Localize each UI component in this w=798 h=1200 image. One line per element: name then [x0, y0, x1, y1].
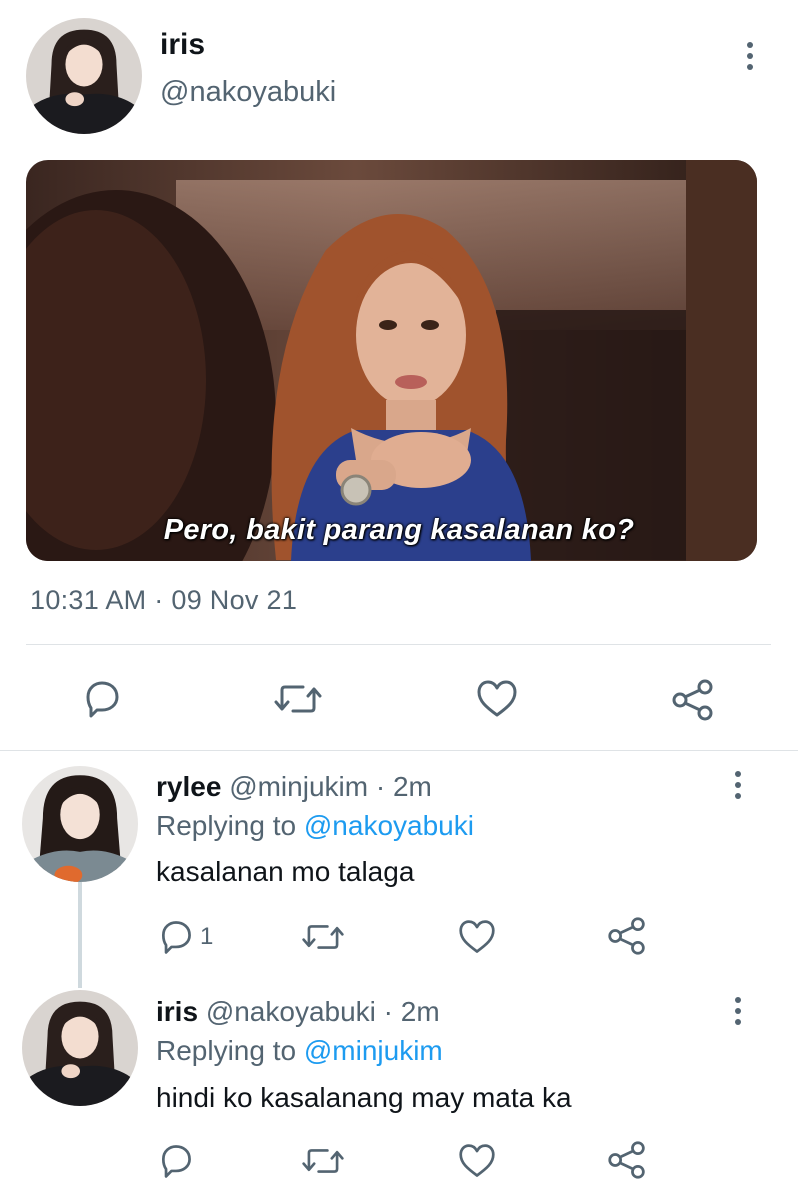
- share-icon: [608, 1141, 645, 1179]
- reply-text: kasalanan mo talaga: [156, 856, 415, 887]
- avatar[interactable]: [26, 18, 142, 134]
- avatar-image: [26, 18, 142, 134]
- replying-to: Replying to @minjukim: [156, 1035, 443, 1067]
- reply-header: iris @nakoyabuki · 2m: [156, 996, 440, 1028]
- replying-to: Replying to @nakoyabuki: [156, 810, 474, 842]
- avatar-image: [22, 990, 138, 1106]
- like-icon: [459, 1144, 495, 1177]
- retweet-icon: [274, 685, 322, 713]
- user-handle[interactable]: @nakoyabuki: [160, 76, 336, 109]
- like-button[interactable]: [456, 1142, 498, 1180]
- user-handle[interactable]: @nakoyabuki: [206, 996, 376, 1027]
- replying-to-link[interactable]: @minjukim: [304, 1035, 443, 1066]
- share-button[interactable]: [606, 916, 648, 956]
- tweet-media-image[interactable]: [26, 160, 757, 561]
- reply-time[interactable]: 2m: [393, 771, 432, 802]
- replying-to-link[interactable]: @nakoyabuki: [304, 810, 474, 841]
- more-options-icon[interactable]: [738, 36, 762, 76]
- avatar[interactable]: [22, 990, 138, 1106]
- display-name[interactable]: iris: [156, 996, 198, 1027]
- display-name[interactable]: rylee: [156, 771, 221, 802]
- like-icon: [459, 920, 495, 953]
- separator: ·: [375, 771, 386, 802]
- thread-connector: [78, 882, 82, 988]
- retweet-button[interactable]: [301, 1142, 345, 1180]
- like-button[interactable]: [456, 918, 498, 956]
- share-button[interactable]: [606, 1140, 648, 1180]
- media-caption: Pero, bakit parang kasalanan ko?: [163, 514, 635, 546]
- divider: [26, 644, 771, 645]
- retweet-icon: [302, 925, 344, 949]
- tweet-timestamp[interactable]: 10:31 AM · 09 Nov 21: [30, 585, 297, 616]
- display-name[interactable]: iris: [160, 28, 205, 62]
- reply-button[interactable]: [80, 678, 124, 720]
- user-handle[interactable]: @minjukim: [229, 771, 368, 802]
- reply-button[interactable]: 1: [156, 918, 213, 956]
- retweet-button[interactable]: [273, 678, 323, 720]
- share-icon: [672, 679, 713, 721]
- media-scene: [26, 160, 757, 561]
- more-options-icon[interactable]: [726, 991, 750, 1031]
- reply-count: 1: [200, 923, 214, 950]
- share-button[interactable]: [670, 678, 716, 722]
- reply-icon: [161, 921, 191, 954]
- share-icon: [608, 917, 645, 955]
- replying-to-label: Replying to: [156, 810, 297, 841]
- more-options-icon[interactable]: [726, 765, 750, 805]
- replying-to-label: Replying to: [156, 1035, 297, 1066]
- divider: [0, 750, 798, 751]
- retweet-icon: [302, 1149, 344, 1173]
- avatar[interactable]: [22, 766, 138, 882]
- reply-icon: [161, 1145, 191, 1178]
- avatar-image: [22, 766, 138, 882]
- retweet-button[interactable]: [301, 918, 345, 956]
- like-icon: [477, 680, 517, 717]
- reply-header: rylee @minjukim · 2m: [156, 771, 432, 803]
- like-button[interactable]: [474, 678, 520, 720]
- separator: ·: [383, 996, 393, 1027]
- reply-button[interactable]: [156, 1142, 196, 1180]
- reply-text: hindi ko kasalanang may mata ka: [156, 1082, 572, 1113]
- reply-icon: [86, 681, 119, 718]
- reply-time[interactable]: 2m: [401, 996, 440, 1027]
